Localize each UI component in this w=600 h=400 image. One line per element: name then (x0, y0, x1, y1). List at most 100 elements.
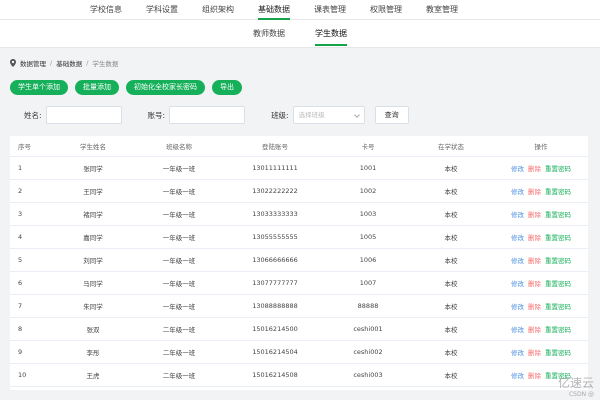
class-name: 一年级一班 (136, 202, 222, 226)
login-account: 13077777777 (222, 271, 328, 295)
edit-link[interactable]: 修改 (511, 257, 524, 265)
row-index: 3 (10, 202, 50, 226)
batch-add-button[interactable]: 批量添加 (75, 80, 119, 95)
edit-link[interactable]: 修改 (511, 234, 524, 242)
init-parent-password-button[interactable]: 初始化全校家长密码 (126, 80, 205, 95)
table-row: 6 马同学 一年级一班 13077777777 1007 本校 修改 删除 重置密码 (10, 271, 588, 295)
delete-link[interactable]: 删除 (528, 280, 541, 288)
reset-password-link[interactable]: 重置密码 (545, 165, 571, 173)
export-button[interactable]: 导出 (212, 80, 242, 95)
row-actions: 修改 删除 重置密码 (494, 294, 588, 318)
nav-classrooms[interactable]: 教室管理 (426, 0, 458, 20)
tab-teacher-data[interactable]: 教师数据 (253, 20, 285, 48)
enrollment-status: 本校 (408, 271, 494, 295)
top-nav: 学校信息 学科设置 组织架构 基础数据 课表管理 权限管理 教室管理 (0, 0, 600, 20)
breadcrumb-separator: / (50, 59, 53, 67)
student-name: 王虎 (50, 363, 136, 387)
row-actions: 修改 删除 重置密码 (494, 156, 588, 180)
card-number: 1005 (328, 225, 408, 249)
edit-link[interactable]: 修改 (511, 188, 524, 196)
account-input[interactable] (169, 106, 246, 124)
class-name: 一年级一班 (136, 225, 222, 249)
row-index: 1 (10, 156, 50, 180)
edit-link[interactable]: 修改 (511, 280, 524, 288)
class-name: 二年级一班 (136, 340, 222, 364)
student-name: 张双 (50, 317, 136, 341)
row-actions: 修改 删除 重置密码 (494, 202, 588, 226)
edit-link[interactable]: 修改 (511, 372, 524, 380)
nav-permissions[interactable]: 权限管理 (370, 0, 402, 20)
name-input[interactable] (45, 106, 122, 124)
row-index: 8 (10, 317, 50, 341)
reset-password-link[interactable]: 重置密码 (545, 211, 571, 219)
table-row: 7 朱同学 一年级一班 13088888888 88888 本校 修改 删除 重置密码 (10, 294, 588, 318)
student-name: 马同学 (50, 271, 136, 295)
card-number: ceshi003 (328, 363, 408, 387)
login-account: 15016214500 (222, 317, 328, 341)
class-name: 一年级一班 (136, 248, 222, 272)
edit-link[interactable]: 修改 (511, 211, 524, 219)
card-number: 1007 (328, 271, 408, 295)
row-index: 5 (10, 248, 50, 272)
enrollment-status: 本校 (408, 294, 494, 318)
delete-link[interactable]: 删除 (528, 303, 541, 311)
student-name: 刘同学 (50, 248, 136, 272)
card-number: 88888 (328, 294, 408, 318)
row-index: 7 (10, 294, 50, 318)
reset-password-link[interactable]: 重置密码 (545, 303, 571, 311)
nav-school-info[interactable]: 学校信息 (90, 0, 122, 20)
reset-password-link[interactable]: 重置密码 (545, 280, 571, 288)
reset-password-link[interactable]: 重置密码 (545, 257, 571, 265)
nav-timetable[interactable]: 课表管理 (314, 0, 346, 20)
breadcrumb: 数据管理 / 基础数据 / 学生数据 (10, 58, 118, 68)
delete-link[interactable]: 删除 (528, 211, 541, 219)
student-table: 序号 学生姓名 班级名称 登陆账号 卡号 在学状态 操作 1 张同学 一年级一班 13… (10, 136, 588, 390)
row-actions: 修改 删除 重置密码 (494, 225, 588, 249)
table-row: 5 刘同学 一年级一班 13066666666 1006 本校 修改 删除 重置密码 (10, 248, 588, 272)
reset-password-link[interactable]: 重置密码 (545, 234, 571, 242)
breadcrumb-basic-data[interactable]: 基础数据 (56, 58, 82, 68)
student-name: 张同学 (50, 156, 136, 180)
delete-link[interactable]: 删除 (528, 349, 541, 357)
add-student-button[interactable]: 学生单个添加 (10, 80, 68, 95)
tab-student-data[interactable]: 学生数据 (315, 20, 347, 48)
table-row: 10 王虎 二年级一班 15016214508 ceshi003 本校 修改 删除 重置密码 (10, 363, 588, 387)
enrollment-status: 本校 (408, 202, 494, 226)
reset-password-link[interactable]: 重置密码 (545, 349, 571, 357)
card-number: ceshi002 (328, 340, 408, 364)
delete-link[interactable]: 删除 (528, 234, 541, 242)
delete-link[interactable]: 删除 (528, 372, 541, 380)
query-button[interactable]: 查询 (374, 106, 409, 124)
edit-link[interactable]: 修改 (511, 165, 524, 173)
nav-org-structure[interactable]: 组织架构 (202, 0, 234, 20)
card-number: 1006 (328, 248, 408, 272)
header-actions: 操作 (494, 136, 588, 157)
table-row: 3 褚同学 一年级一班 13033333333 1003 本校 修改 删除 重置密码 (10, 202, 588, 226)
table-row: 8 张双 二年级一班 15016214500 ceshi001 本校 修改 删除 重置密码 (10, 317, 588, 341)
header-card-number: 卡号 (328, 136, 408, 157)
card-number: 1003 (328, 202, 408, 226)
edit-link[interactable]: 修改 (511, 326, 524, 334)
nav-subject-settings[interactable]: 学科设置 (146, 0, 178, 20)
header-enrollment-status: 在学状态 (408, 136, 494, 157)
table-row: 9 李彤 二年级一班 15016214504 ceshi002 本校 修改 删除 重置密码 (10, 340, 588, 364)
student-name: 李彤 (50, 340, 136, 364)
delete-link[interactable]: 删除 (528, 188, 541, 196)
breadcrumb-data-management[interactable]: 数据管理 (20, 58, 46, 68)
reset-password-link[interactable]: 重置密码 (545, 188, 571, 196)
edit-link[interactable]: 修改 (511, 303, 524, 311)
table-row: 4 嘉同学 一年级一班 13055555555 1005 本校 修改 删除 重置密码 (10, 225, 588, 249)
card-number: 1001 (328, 156, 408, 180)
row-actions: 修改 删除 重置密码 (494, 340, 588, 364)
delete-link[interactable]: 删除 (528, 165, 541, 173)
delete-link[interactable]: 删除 (528, 326, 541, 334)
reset-password-link[interactable]: 重置密码 (545, 326, 571, 334)
class-select[interactable]: 选择班级 (292, 106, 365, 124)
row-index: 10 (10, 363, 50, 387)
delete-link[interactable]: 删除 (528, 257, 541, 265)
class-select-placeholder: 选择班级 (298, 111, 325, 119)
watermark: 亿速云 CSDN @ (558, 374, 594, 398)
edit-link[interactable]: 修改 (511, 349, 524, 357)
nav-basic-data[interactable]: 基础数据 (258, 0, 290, 20)
class-label: 班级: (271, 110, 289, 120)
